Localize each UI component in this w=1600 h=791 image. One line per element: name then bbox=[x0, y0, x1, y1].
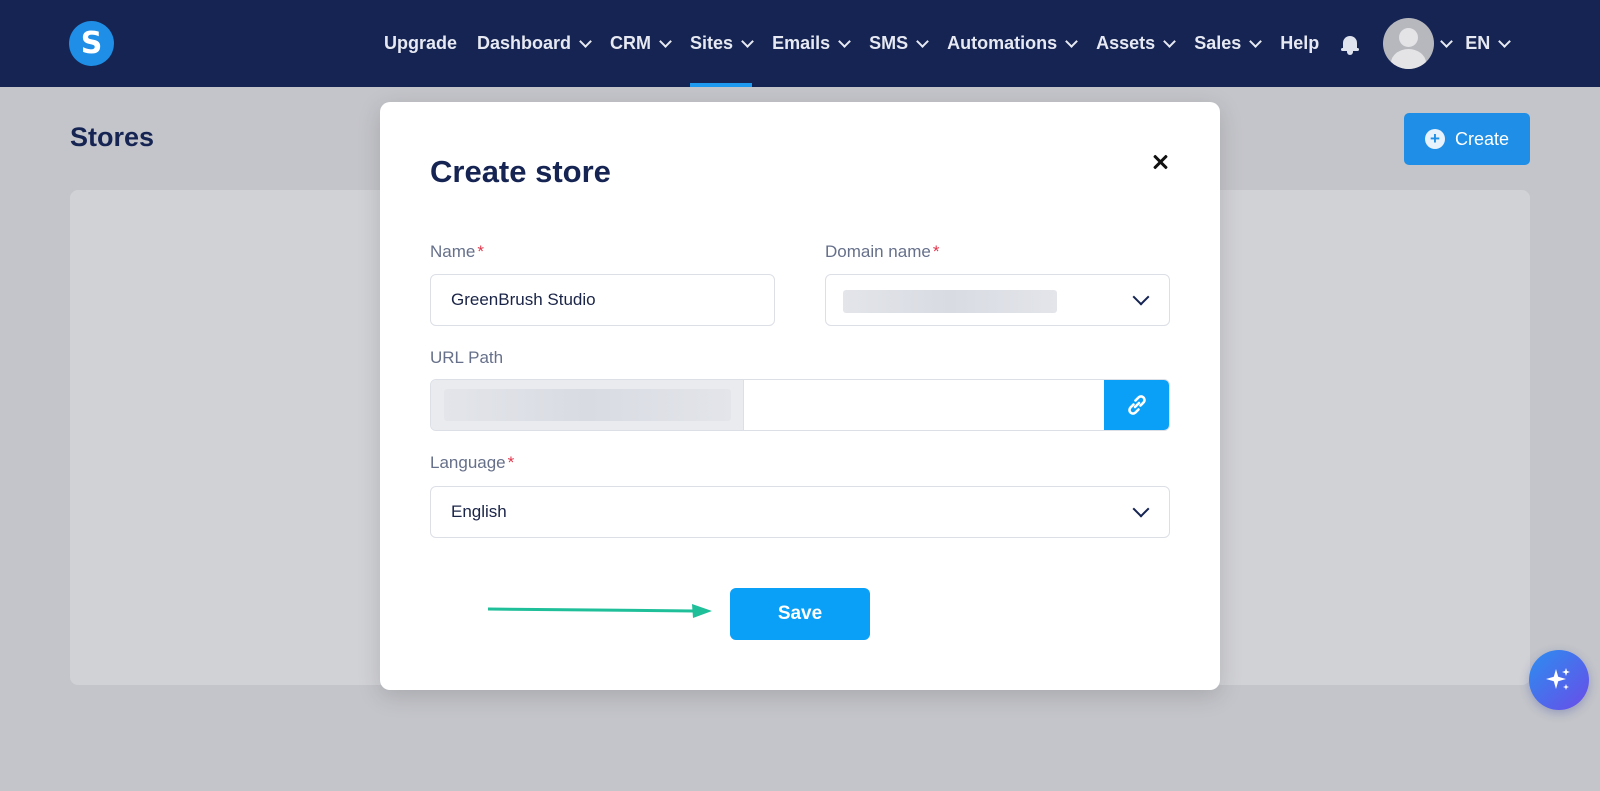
nav-item-assets[interactable]: Assets bbox=[1096, 0, 1177, 87]
domain-name-select[interactable] bbox=[825, 274, 1170, 326]
language-code: EN bbox=[1465, 33, 1491, 53]
url-path-label: URL Path bbox=[430, 348, 504, 367]
name-label-text: Name bbox=[430, 242, 476, 261]
sparkles-icon bbox=[1546, 668, 1570, 690]
chevron-down-icon bbox=[1065, 34, 1079, 48]
required-marker: * bbox=[507, 453, 515, 472]
annotation-arrow-icon bbox=[488, 604, 712, 618]
create-button-label: Create bbox=[1454, 128, 1510, 149]
name-input-value: GreenBrush Studio bbox=[451, 290, 596, 309]
nav-item-help[interactable]: Help bbox=[1280, 0, 1319, 87]
domain-name-label: Domain name * bbox=[825, 242, 939, 262]
language-label: Language * bbox=[430, 453, 514, 473]
language-switcher[interactable]: EN bbox=[1465, 0, 1512, 87]
url-path-input[interactable] bbox=[744, 380, 1104, 430]
nav-item-label: Upgrade bbox=[384, 33, 458, 53]
link-button[interactable] bbox=[1104, 380, 1169, 430]
redacted-url-prefix bbox=[444, 389, 731, 421]
ai-assistant-button[interactable] bbox=[1529, 650, 1589, 710]
user-menu-toggle[interactable] bbox=[1440, 0, 1454, 87]
nav-item-label: Help bbox=[1280, 33, 1320, 53]
name-input[interactable]: GreenBrush Studio bbox=[430, 274, 775, 326]
app-logo[interactable]: S bbox=[69, 21, 114, 66]
required-marker: * bbox=[932, 242, 940, 261]
link-icon bbox=[1127, 395, 1146, 415]
domain-name-label-text: Domain name bbox=[825, 242, 931, 261]
main-menu: Upgrade Dashboard CRM Sites Emails SMS Automat… bbox=[384, 0, 1512, 87]
chevron-down-icon bbox=[579, 34, 592, 48]
nav-item-label: Sales bbox=[1194, 33, 1242, 53]
chevron-down-icon bbox=[1163, 34, 1177, 48]
page-title: Stores bbox=[70, 122, 155, 152]
plus-circle-icon: + bbox=[1424, 129, 1445, 149]
top-navigation-bar: S Upgrade Dashboard CRM Sites Emails SMS Autom… bbox=[0, 0, 1600, 87]
notification-bell-icon[interactable] bbox=[1341, 34, 1360, 55]
redacted-domain-value bbox=[843, 290, 1057, 313]
url-path-input-group bbox=[430, 379, 1170, 431]
language-label-text: Language bbox=[430, 453, 506, 472]
save-button[interactable]: Save bbox=[730, 588, 870, 640]
chevron-down-icon bbox=[838, 34, 851, 48]
chevron-down-icon bbox=[741, 34, 754, 48]
url-path-prefix bbox=[431, 380, 744, 430]
nav-item-sms[interactable]: SMS bbox=[869, 0, 930, 87]
nav-item-sites[interactable]: Sites bbox=[690, 0, 754, 87]
nav-item-label: Dashboard bbox=[477, 33, 572, 53]
nav-item-crm[interactable]: CRM bbox=[610, 0, 672, 87]
nav-item-label: Automations bbox=[947, 33, 1058, 53]
nav-item-sales[interactable]: Sales bbox=[1194, 0, 1263, 87]
nav-item-dashboard[interactable]: Dashboard bbox=[477, 0, 592, 87]
nav-item-label: Emails bbox=[772, 33, 831, 53]
nav-item-upgrade[interactable]: Upgrade bbox=[384, 0, 457, 87]
chevron-down-icon bbox=[1132, 288, 1150, 306]
chevron-down-icon bbox=[1498, 34, 1512, 48]
create-button[interactable]: + Create bbox=[1404, 113, 1530, 165]
nav-item-label: SMS bbox=[869, 33, 909, 53]
create-store-modal: Create store Name * GreenBrush Studio Dom… bbox=[380, 102, 1220, 690]
nav-item-label: Assets bbox=[1096, 33, 1156, 53]
language-select-value: English bbox=[451, 502, 507, 521]
avatar[interactable] bbox=[1383, 18, 1435, 69]
nav-item-label: Sites bbox=[690, 33, 734, 53]
nav-item-automations[interactable]: Automations bbox=[947, 0, 1079, 87]
chevron-down-icon bbox=[916, 34, 930, 48]
close-icon[interactable] bbox=[1150, 152, 1170, 172]
language-select[interactable]: English bbox=[430, 486, 1170, 538]
chevron-down-icon bbox=[1249, 34, 1263, 48]
name-label: Name * bbox=[430, 242, 484, 262]
chevron-down-icon bbox=[1132, 500, 1150, 518]
nav-item-emails[interactable]: Emails bbox=[772, 0, 851, 87]
modal-title: Create store bbox=[430, 154, 611, 189]
required-marker: * bbox=[477, 242, 484, 261]
nav-item-label: CRM bbox=[610, 33, 652, 53]
chevron-down-icon bbox=[659, 34, 672, 48]
chevron-down-icon bbox=[1440, 34, 1454, 48]
